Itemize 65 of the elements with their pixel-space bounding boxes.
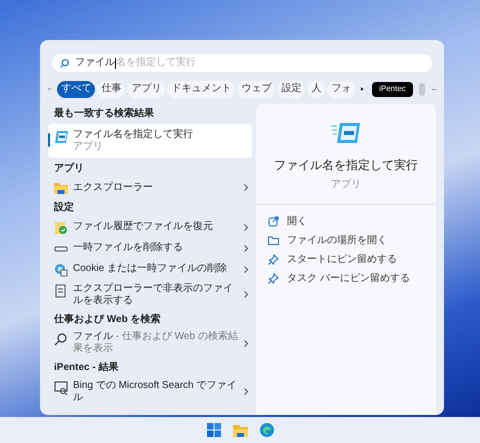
result-title: Bing での Microsoft Search でファイル bbox=[73, 380, 238, 404]
action-link[interactable]: 開く bbox=[268, 213, 424, 229]
section-heading: 最も一致する検索結果 bbox=[53, 106, 155, 121]
folder-icon bbox=[268, 234, 279, 246]
result-title: Cookie または一時ファイルの削除 bbox=[73, 263, 228, 275]
file-history-icon bbox=[54, 220, 68, 234]
pin-icon bbox=[268, 272, 279, 284]
chevron-icon[interactable] bbox=[244, 244, 248, 252]
chevron-icon[interactable] bbox=[244, 388, 248, 395]
chevron-icon[interactable] bbox=[244, 266, 248, 272]
pin-icon bbox=[268, 254, 279, 264]
result-subtitle: アプリ bbox=[73, 140, 104, 152]
filter-tab[interactable]: ウェブ bbox=[237, 80, 276, 98]
result-item[interactable]: ファイル履歴でファイルを復元 bbox=[48, 216, 252, 238]
search-icon bbox=[54, 332, 68, 346]
globe-icon bbox=[54, 262, 68, 276]
chevron-icon[interactable] bbox=[244, 224, 248, 230]
preview-subtitle: アプリ bbox=[331, 178, 361, 192]
chevron-icon[interactable] bbox=[244, 184, 248, 191]
start-icon[interactable] bbox=[206, 423, 220, 437]
selection-indicator bbox=[48, 132, 50, 146]
filter-tab[interactable]: フォ bbox=[327, 80, 356, 98]
folder-icon bbox=[54, 181, 68, 195]
section-heading: iPentec - 結果 bbox=[53, 360, 120, 375]
search-field[interactable]: ファイル名を指定して実行 bbox=[52, 54, 432, 72]
result-title: ファイル履歴でファイルを復元 bbox=[73, 221, 214, 233]
result-title: ファイル - 仕事および Web の検索結果を表示 bbox=[73, 331, 239, 355]
result-item[interactable]: Bing での Microsoft Search でファイル bbox=[48, 376, 252, 406]
folder-icon[interactable] bbox=[232, 424, 248, 436]
preview-title: ファイル名を指定して実行 bbox=[274, 157, 418, 174]
document-icon bbox=[54, 284, 68, 298]
section-heading: アプリ bbox=[53, 161, 85, 176]
result-item[interactable]: エクスプローラーで非表示のファイルを表示する bbox=[48, 280, 252, 310]
monitor-search-icon bbox=[54, 380, 68, 394]
account-button[interactable]: iPentec bbox=[372, 82, 413, 96]
chevron-icon[interactable] bbox=[244, 340, 248, 346]
open-icon bbox=[268, 216, 279, 226]
chevron-icon[interactable] bbox=[244, 291, 248, 298]
action-link[interactable]: ファイルの場所を開く bbox=[268, 232, 424, 248]
result-title: ファイル名を指定して実行 bbox=[73, 128, 194, 140]
best-match-item[interactable]: ファイル名を指定して実行 アプリ bbox=[48, 124, 252, 158]
result-item[interactable]: エクスプローラー bbox=[48, 177, 252, 198]
filter-tab[interactable]: ドキュメント bbox=[167, 80, 236, 98]
result-item[interactable]: ファイル - 仕事および Web の検索結果を表示 bbox=[48, 328, 252, 358]
section-heading: 仕事および Web を検索 bbox=[52, 312, 162, 326]
section-heading: 設定 bbox=[52, 200, 75, 215]
run-dialog-icon bbox=[54, 130, 68, 144]
filter-tab[interactable]: アプリ bbox=[127, 80, 166, 98]
result-title: エクスプローラーで非表示のファイルを表示する bbox=[73, 282, 234, 306]
filter-tab[interactable]: すべて bbox=[57, 80, 96, 98]
search-icon bbox=[60, 58, 69, 68]
play-icon[interactable] bbox=[361, 85, 364, 93]
browser-icon[interactable] bbox=[260, 423, 274, 437]
result-title: エクスプローラー bbox=[73, 182, 154, 194]
run-dialog-icon bbox=[331, 122, 361, 144]
action-link[interactable]: スタートにピン留めする bbox=[268, 251, 424, 267]
result-title: 一時ファイルを削除する bbox=[73, 242, 184, 254]
suggestion-text: 名を指定して実行 bbox=[116, 58, 196, 68]
filter-tab[interactable]: 人 bbox=[307, 80, 326, 98]
filter-tab[interactable]: 仕事 bbox=[97, 80, 126, 98]
action-link[interactable]: タスク バーにピン留めする bbox=[268, 270, 424, 286]
search-text: ファイル bbox=[75, 58, 115, 68]
result-item[interactable]: 一時ファイルを削除する bbox=[48, 238, 252, 258]
result-item[interactable]: Cookie または一時ファイルの削除 bbox=[48, 258, 252, 280]
filter-tab[interactable]: 設定 bbox=[277, 80, 306, 98]
